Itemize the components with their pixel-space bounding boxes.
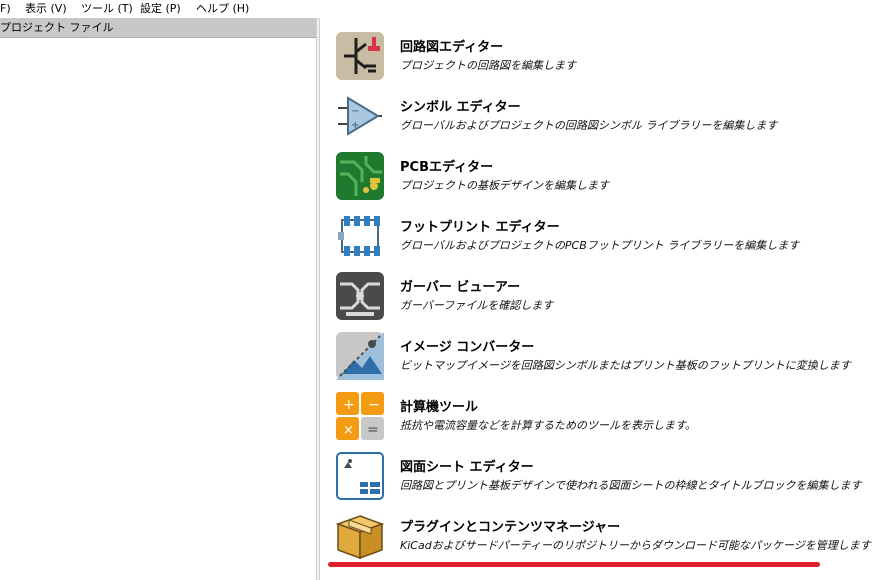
- tool-title: ガーバー ビューアー: [400, 280, 521, 295]
- symbol-editor-icon: − +: [336, 92, 384, 140]
- project-files-header: プロジェクト ファイル: [0, 18, 316, 38]
- tool-title: プラグインとコンテンツマネージャー: [400, 520, 621, 535]
- highlight-underline: [328, 562, 820, 567]
- calculator-icon: + − × =: [336, 392, 384, 440]
- drawing-sheet-editor-button[interactable]: 図面シート エディター 回路図とプリント基板デザインで使われる図面シートの枠線と…: [334, 450, 869, 506]
- svg-text:−: −: [351, 106, 359, 117]
- svg-text:−: −: [368, 397, 380, 413]
- package-icon: [336, 512, 384, 560]
- pcb-editor-icon: [336, 152, 384, 200]
- tool-title: 計算機ツール: [400, 400, 479, 415]
- footprint-editor-button[interactable]: フットプリント エディター グローバルおよびプロジェクトのPCBフットプリント …: [334, 210, 869, 266]
- menu-file[interactable]: F): [0, 0, 11, 18]
- svg-text:+: +: [343, 397, 355, 413]
- panel-splitter[interactable]: [316, 18, 320, 580]
- svg-text:×: ×: [343, 423, 354, 438]
- tool-description: グローバルおよびプロジェクトの回路図シンボル ライブラリーを編集します: [400, 119, 778, 132]
- tool-description: ビットマップイメージを回路図シンボルまたはプリント基板のフットプリントに変換しま…: [400, 359, 851, 372]
- menu-preferences[interactable]: 設定 (P): [140, 0, 181, 18]
- tool-description: グローバルおよびプロジェクトのPCBフットプリント ライブラリーを編集します: [400, 239, 800, 252]
- menu-help[interactable]: ヘルプ (H): [196, 0, 249, 18]
- tool-description: ガーバーファイルを確認します: [400, 299, 554, 312]
- tool-description: 回路図とプリント基板デザインで使われる図面シートの枠線とタイトルブロックを編集し…: [400, 479, 862, 492]
- tool-description: プロジェクトの回路図を編集します: [400, 59, 576, 72]
- plugin-content-manager-button[interactable]: プラグインとコンテンツマネージャー KiCadおよびサードパーティーのリポジトリ…: [334, 510, 871, 566]
- schematic-editor-icon: [336, 32, 384, 80]
- tool-description: 抵抗や電流容量などを計算するためのツールを表示します。: [400, 419, 696, 432]
- svg-text:+: +: [351, 120, 359, 131]
- tool-description: KiCadおよびサードパーティーのリポジトリーからダウンロード可能なパッケージを…: [400, 539, 871, 552]
- tool-title: PCBエディター: [400, 160, 494, 175]
- image-converter-icon: [336, 332, 384, 380]
- tool-launcher: 回路図エディター プロジェクトの回路図を編集します − + シンボル エディター…: [322, 18, 875, 580]
- schematic-editor-button[interactable]: 回路図エディター プロジェクトの回路図を編集します: [334, 30, 869, 86]
- calculator-tools-button[interactable]: + − × = 計算機ツール 抵抗や電流容量などを計算するためのツールを表示しま…: [334, 390, 869, 446]
- drawing-sheet-editor-icon: [336, 452, 384, 500]
- project-files-panel[interactable]: プロジェクト ファイル: [0, 18, 316, 580]
- gerber-viewer-button[interactable]: ガーバー ビューアー ガーバーファイルを確認します: [334, 270, 869, 326]
- menu-bar: F) 表示 (V) ツール (T) 設定 (P) ヘルプ (H): [0, 0, 875, 18]
- svg-text:=: =: [367, 422, 379, 438]
- tool-title: シンボル エディター: [400, 100, 521, 115]
- tool-description: プロジェクトの基板デザインを編集します: [400, 179, 609, 192]
- menu-view[interactable]: 表示 (V): [25, 0, 67, 18]
- tool-title: イメージ コンバーター: [400, 340, 535, 355]
- menu-tools[interactable]: ツール (T): [81, 0, 133, 18]
- symbol-editor-button[interactable]: − + シンボル エディター グローバルおよびプロジェクトの回路図シンボル ライ…: [334, 90, 869, 146]
- tool-title: 回路図エディター: [400, 40, 504, 55]
- image-converter-button[interactable]: イメージ コンバーター ビットマップイメージを回路図シンボルまたはプリント基板の…: [334, 330, 869, 386]
- tool-title: フットプリント エディター: [400, 220, 560, 235]
- pcb-editor-button[interactable]: PCBエディター プロジェクトの基板デザインを編集します: [334, 150, 869, 206]
- tool-title: 図面シート エディター: [400, 460, 534, 475]
- gerber-viewer-icon: [336, 272, 384, 320]
- footprint-editor-icon: [336, 212, 384, 260]
